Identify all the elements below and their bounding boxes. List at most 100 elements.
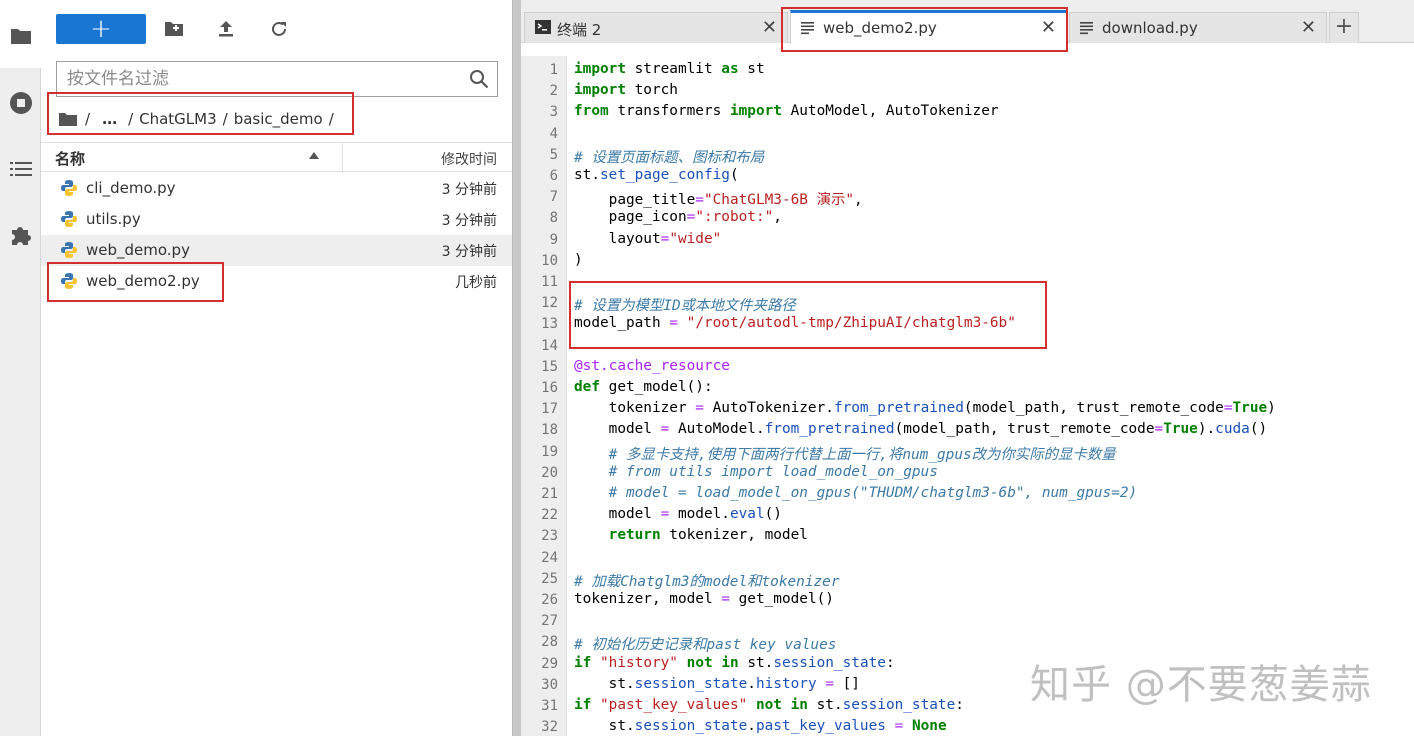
tab-web-demo2[interactable]: web_demo2.py ✕ <box>790 10 1067 44</box>
tab-label: web_demo2.py <box>823 19 937 37</box>
file-modified: 3 分钟前 <box>441 182 497 198</box>
tab-label: download.py <box>1102 19 1198 37</box>
editor-area: 终端 2 ✕ web_demo2.py ✕ download.py ✕ + 1 2… <box>521 0 1414 736</box>
line-number: 27 <box>541 613 558 630</box>
file-browser-toolbar: + <box>41 0 512 58</box>
breadcrumb-separator: / <box>222 110 228 128</box>
file-list-header: 名称 修改时间 <box>41 142 512 173</box>
column-divider[interactable] <box>342 143 343 173</box>
tab-label: 终端 2 <box>557 21 602 39</box>
breadcrumb-basic-demo[interactable]: basic_demo <box>234 110 323 128</box>
home-folder-icon[interactable] <box>59 112 77 126</box>
add-tab-button[interactable]: + <box>1329 12 1359 43</box>
line-number: 9 <box>549 231 558 248</box>
code-line: @st.cache_resource <box>574 357 730 374</box>
column-modified-header[interactable]: 修改时间 <box>441 149 497 169</box>
line-number: 13 <box>541 316 558 333</box>
list-icon <box>9 162 32 176</box>
code-line: page_title="ChatGLM3-6B 演示", <box>574 192 863 209</box>
code-line: model_path = "/root/autodl-tmp/ZhipuAI/c… <box>574 315 1016 332</box>
activity-running[interactable] <box>0 83 41 123</box>
folder-icon <box>10 29 31 44</box>
code-line: ) <box>574 251 583 268</box>
breadcrumb-separator: / <box>128 110 134 128</box>
line-number: 31 <box>541 698 558 714</box>
line-number: 11 <box>541 274 558 290</box>
python-file-icon <box>61 211 77 227</box>
python-file-icon <box>61 242 77 258</box>
code-editor[interactable]: 1 2 3 4 5 6 7 8 9 10 11 12 13 14 15 16 17 18 19 20 21 22 23 24 2… <box>521 56 1414 736</box>
tab-bar: 终端 2 ✕ web_demo2.py ✕ download.py ✕ + <box>521 0 1414 44</box>
breadcrumb-chatglm3[interactable]: ChatGLM3 <box>139 110 217 128</box>
upload-button[interactable] <box>213 16 239 42</box>
line-number: 14 <box>541 337 558 354</box>
activity-extensions[interactable] <box>0 215 41 255</box>
column-name-header[interactable]: 名称 <box>55 148 85 169</box>
activity-toc[interactable] <box>0 149 41 189</box>
line-number: 32 <box>541 719 558 736</box>
line-number: 23 <box>541 528 558 545</box>
file-row-web-demo2[interactable]: web_demo2.py 几秒前 <box>41 266 512 297</box>
close-icon[interactable]: ✕ <box>762 17 777 38</box>
line-number: 1 <box>549 62 558 78</box>
code-line: # 设置页面标题、图标和布局 <box>574 149 765 166</box>
file-filter-input[interactable] <box>67 68 457 90</box>
activity-bar <box>0 0 41 736</box>
file-browser-panel: + / … / ChatGLM3 / basic_demo / 名称 修改时间 <box>41 0 512 736</box>
code-line: model = AutoModel.from_pretrained(model_… <box>574 421 1268 438</box>
refresh-icon <box>272 21 286 36</box>
file-name: web_demo2.py <box>86 272 200 290</box>
line-number: 18 <box>541 422 558 439</box>
line-number: 8 <box>549 210 558 227</box>
file-row-cli-demo[interactable]: cli_demo.py 3 分钟前 <box>41 173 512 204</box>
panel-splitter[interactable] <box>512 0 521 736</box>
stop-circle-icon <box>9 92 32 114</box>
breadcrumb: / … / ChatGLM3 / basic_demo / <box>59 106 340 132</box>
code-line: # from utils import load_model_on_gpus <box>608 463 938 480</box>
python-file-icon <box>61 273 77 289</box>
breadcrumb-separator: / <box>328 110 334 128</box>
line-number: 28 <box>541 634 558 651</box>
code-line: st.session_state.past_key_values = None <box>574 718 947 735</box>
new-folder-icon <box>165 22 183 36</box>
code-line: if "past_key_values" not in st.session_s… <box>574 697 964 713</box>
code-line: tokenizer = AutoTokenizer.from_pretraine… <box>574 400 1276 417</box>
terminal-icon <box>535 20 551 34</box>
breadcrumb-ellipsis[interactable]: … <box>102 110 118 128</box>
file-row-web-demo[interactable]: web_demo.py 3 分钟前 <box>41 235 512 266</box>
close-icon[interactable]: ✕ <box>1041 17 1056 38</box>
code-line: # 设置为模型ID或本地文件夹路径 <box>574 298 796 315</box>
code-line: # 多显卡支持,使用下面两行代替上面一行,将num_gpus改为你实际的显卡数量 <box>608 446 1116 463</box>
file-name: web_demo.py <box>86 241 190 259</box>
activity-file-browser[interactable] <box>0 16 41 56</box>
tab-terminal-2[interactable]: 终端 2 ✕ <box>524 12 788 43</box>
line-number: 22 <box>541 507 558 524</box>
line-number: 24 <box>541 549 558 566</box>
code-line: layout="wide" <box>574 230 722 247</box>
file-modified: 几秒前 <box>455 275 497 291</box>
sort-ascending-icon <box>309 152 319 159</box>
search-icon[interactable] <box>469 69 489 89</box>
new-launcher-button[interactable]: + <box>56 14 146 44</box>
line-number-gutter: 1 2 3 4 5 6 7 8 9 10 11 12 13 14 15 16 17 18 19 20 21 22 23 24 2… <box>521 56 567 736</box>
new-folder-button[interactable] <box>161 16 187 42</box>
file-row-utils[interactable]: utils.py 3 分钟前 <box>41 204 512 235</box>
file-modified: 3 分钟前 <box>441 213 497 229</box>
line-number: 3 <box>549 104 558 121</box>
code-line: page_icon=":robot:", <box>574 209 782 226</box>
code-line: # model = load_model_on_gpus("THUDM/chat… <box>608 485 1138 501</box>
close-icon[interactable]: ✕ <box>1301 17 1316 38</box>
line-number: 30 <box>541 676 558 693</box>
line-number: 7 <box>549 189 558 206</box>
line-number: 5 <box>549 146 558 163</box>
refresh-button[interactable] <box>266 16 292 42</box>
tab-download[interactable]: download.py ✕ <box>1069 12 1327 43</box>
line-number: 6 <box>549 168 558 184</box>
line-number: 29 <box>541 655 558 672</box>
code-line: def get_model(): <box>574 379 713 395</box>
code-line: tokenizer, model = get_model() <box>574 591 834 607</box>
line-number: 4 <box>549 125 558 142</box>
line-number: 21 <box>541 486 558 502</box>
line-number: 16 <box>541 380 558 396</box>
code-line: st.set_page_config( <box>574 167 739 183</box>
